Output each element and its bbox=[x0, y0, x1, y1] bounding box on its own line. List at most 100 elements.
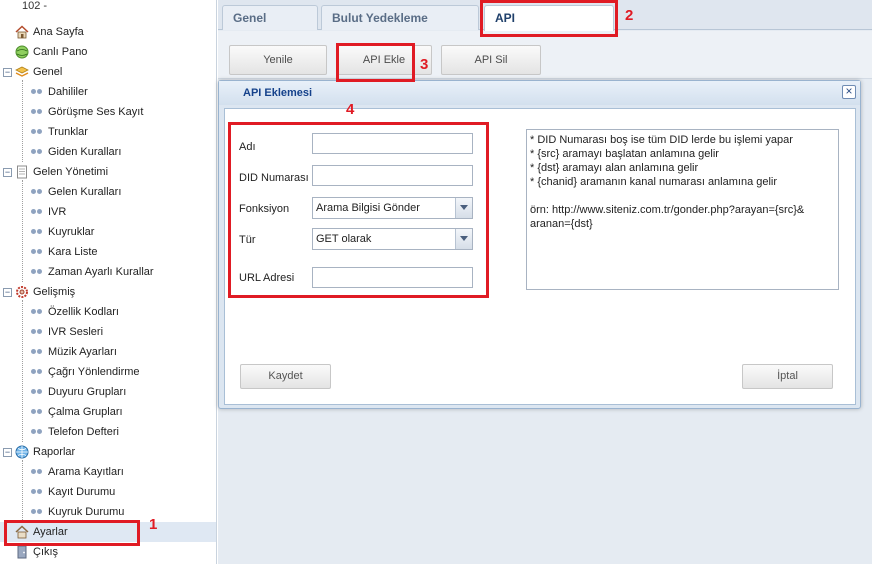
bullet-icon bbox=[31, 509, 45, 515]
sidebar-item-zaman-ayarli-kurallar[interactable]: Zaman Ayarlı Kurallar bbox=[0, 262, 216, 282]
sidebar-item-kara-liste[interactable]: Kara Liste bbox=[0, 242, 216, 262]
sidebar-item-kayit-durumu[interactable]: Kayıt Durumu bbox=[0, 482, 216, 502]
annotation-number-4: 4 bbox=[346, 101, 355, 118]
sidebar-group-genel[interactable]: − Genel bbox=[0, 62, 216, 82]
bullet-icon bbox=[31, 149, 45, 155]
sidebar-item-label: Dahililer bbox=[48, 86, 88, 98]
collapse-icon[interactable]: − bbox=[3, 68, 12, 77]
sidebar-item-ivr-sesleri[interactable]: IVR Sesleri bbox=[0, 322, 216, 342]
document-icon bbox=[17, 165, 27, 179]
tab-bulut-yedekleme-ayarlari[interactable]: Bulut Yedekleme Ayarları bbox=[321, 5, 479, 49]
bullet-icon bbox=[31, 209, 45, 215]
exit-door-icon bbox=[17, 545, 27, 559]
sidebar-item-label: Canlı Pano bbox=[33, 46, 88, 58]
collapse-icon[interactable]: − bbox=[3, 168, 12, 177]
sidebar-item-label: Çağrı Yönlendirme bbox=[48, 366, 140, 378]
annotation-box-1 bbox=[4, 520, 140, 546]
sidebar-item-ozellik-kodlari[interactable]: Özellik Kodları bbox=[0, 302, 216, 322]
delete-api-button[interactable]: API Sil bbox=[441, 45, 541, 75]
sidebar-item-label: Kuyruk Durumu bbox=[48, 506, 125, 518]
bullet-icon bbox=[31, 229, 45, 235]
sidebar-item-label: Telefon Defteri bbox=[48, 426, 119, 438]
sidebar-item-label: IVR bbox=[48, 206, 67, 218]
collapse-icon[interactable]: − bbox=[3, 448, 12, 457]
help-line: * {chanid} aramanın kanal numarası anlam… bbox=[530, 176, 778, 188]
sidebar-item-gelen-kurallari[interactable]: Gelen Kuralları bbox=[0, 182, 216, 202]
sidebar-item-trunklar[interactable]: Trunklar bbox=[0, 122, 216, 142]
house-icon bbox=[15, 25, 29, 39]
globe-icon bbox=[15, 45, 29, 59]
bullet-icon bbox=[31, 129, 45, 135]
sidebar-item-label: Özellik Kodları bbox=[48, 306, 119, 318]
sidebar-item-kuyruk-durumu[interactable]: Kuyruk Durumu bbox=[0, 502, 216, 522]
sidebar-item-label: Arama Kayıtları bbox=[48, 466, 124, 478]
sidebar-item-label: IVR Sesleri bbox=[48, 326, 104, 338]
sidebar: 102 - Ana Sayfa Canlı Pano − Genel Dahil… bbox=[0, 0, 217, 564]
sidebar-group-raporlar[interactable]: − Raporlar bbox=[0, 442, 216, 462]
close-icon[interactable]: × bbox=[842, 85, 856, 99]
sidebar-item-calma-gruplari[interactable]: Çalma Grupları bbox=[0, 402, 216, 422]
help-line: * {dst} aramayı alan anlamına gelir bbox=[530, 162, 699, 174]
sidebar-item-label: Kayıt Durumu bbox=[48, 486, 116, 498]
bullet-icon bbox=[31, 309, 45, 315]
annotation-number-1: 1 bbox=[149, 516, 158, 533]
cancel-button[interactable]: İptal bbox=[742, 364, 833, 389]
sidebar-item-label: Zaman Ayarlı Kurallar bbox=[48, 266, 154, 278]
bullet-icon bbox=[31, 109, 45, 115]
sidebar-group-gelismis[interactable]: − Gelişmiş bbox=[0, 282, 216, 302]
sidebar-item-label: Çalma Grupları bbox=[48, 406, 123, 418]
tab-genel-ayarlar[interactable]: Genel Ayarlar bbox=[222, 5, 318, 49]
sidebar-item-kuyruklar[interactable]: Kuyruklar bbox=[0, 222, 216, 242]
help-line: aranan={dst} bbox=[530, 218, 593, 230]
sidebar-item-giden-kurallari[interactable]: Giden Kuralları bbox=[0, 142, 216, 162]
sidebar-item-cagri-yonlendirme[interactable]: Çağrı Yönlendirme bbox=[0, 362, 216, 382]
sidebar-group-gelen-yonetimi[interactable]: − Gelen Yönetimi bbox=[0, 162, 216, 182]
bullet-icon bbox=[31, 249, 45, 255]
bullet-icon bbox=[31, 349, 45, 355]
refresh-button[interactable]: Yenile bbox=[229, 45, 327, 75]
help-text-area: * DID Numarası boş ise tüm DID lerde bu … bbox=[526, 129, 839, 290]
bullet-icon bbox=[31, 189, 45, 195]
annotation-box-2 bbox=[480, 0, 618, 37]
sidebar-item-duyuru-gruplari[interactable]: Duyuru Grupları bbox=[0, 382, 216, 402]
bullet-icon bbox=[31, 489, 45, 495]
annotation-box-3 bbox=[336, 43, 415, 82]
sidebar-item-label: Kuyruklar bbox=[48, 226, 95, 238]
sidebar-item-label: Raporlar bbox=[33, 446, 76, 458]
bullet-icon bbox=[31, 89, 45, 95]
sidebar-item-label: Duyuru Grupları bbox=[48, 386, 127, 398]
sidebar-item-label: Ana Sayfa bbox=[33, 26, 84, 38]
bullet-icon bbox=[31, 329, 45, 335]
gear-icon bbox=[16, 286, 28, 298]
help-line: * {src} aramayı başlatan anlamına gelir bbox=[530, 148, 719, 160]
bullet-icon bbox=[31, 389, 45, 395]
sidebar-item-canli-pano[interactable]: Canlı Pano bbox=[0, 42, 216, 62]
sidebar-item-label: Trunklar bbox=[48, 126, 88, 138]
sidebar-item-label: Giden Kuralları bbox=[48, 146, 122, 158]
sidebar-item-label: Gelen Yönetimi bbox=[33, 166, 109, 178]
sidebar-item-arama-kayitlari[interactable]: Arama Kayıtları bbox=[0, 462, 216, 482]
sidebar-item-label: Kara Liste bbox=[48, 246, 98, 258]
globe-icon bbox=[15, 445, 29, 459]
sidebar-item-dahililer[interactable]: Dahililer bbox=[0, 82, 216, 102]
annotation-box-4 bbox=[228, 122, 489, 298]
bullet-icon bbox=[31, 369, 45, 375]
sidebar-item-ivr[interactable]: IVR bbox=[0, 202, 216, 222]
sidebar-item-label: Müzik Ayarları bbox=[48, 346, 117, 358]
sidebar-item-ana-sayfa[interactable]: Ana Sayfa bbox=[0, 22, 216, 42]
user-extension-number: 102 - bbox=[22, 0, 48, 12]
bullet-icon bbox=[31, 409, 45, 415]
collapse-icon[interactable]: − bbox=[3, 288, 12, 297]
sidebar-item-gorusme-ses-kayit[interactable]: Görüşme Ses Kayıt bbox=[0, 102, 216, 122]
help-line bbox=[530, 189, 835, 203]
save-button[interactable]: Kaydet bbox=[240, 364, 331, 389]
sidebar-item-muzik-ayarlari[interactable]: Müzik Ayarları bbox=[0, 342, 216, 362]
bullet-icon bbox=[31, 429, 45, 435]
help-line: örn: http://www.siteniz.com.tr/gonder.ph… bbox=[530, 204, 805, 216]
help-line: * DID Numarası boş ise tüm DID lerde bu … bbox=[530, 134, 793, 146]
sidebar-item-telefon-defteri[interactable]: Telefon Defteri bbox=[0, 422, 216, 442]
bullet-icon bbox=[31, 469, 45, 475]
dialog-title: API Eklemesi bbox=[219, 81, 860, 105]
sidebar-item-label: Gelişmiş bbox=[33, 286, 76, 298]
annotation-number-2: 2 bbox=[625, 7, 634, 24]
